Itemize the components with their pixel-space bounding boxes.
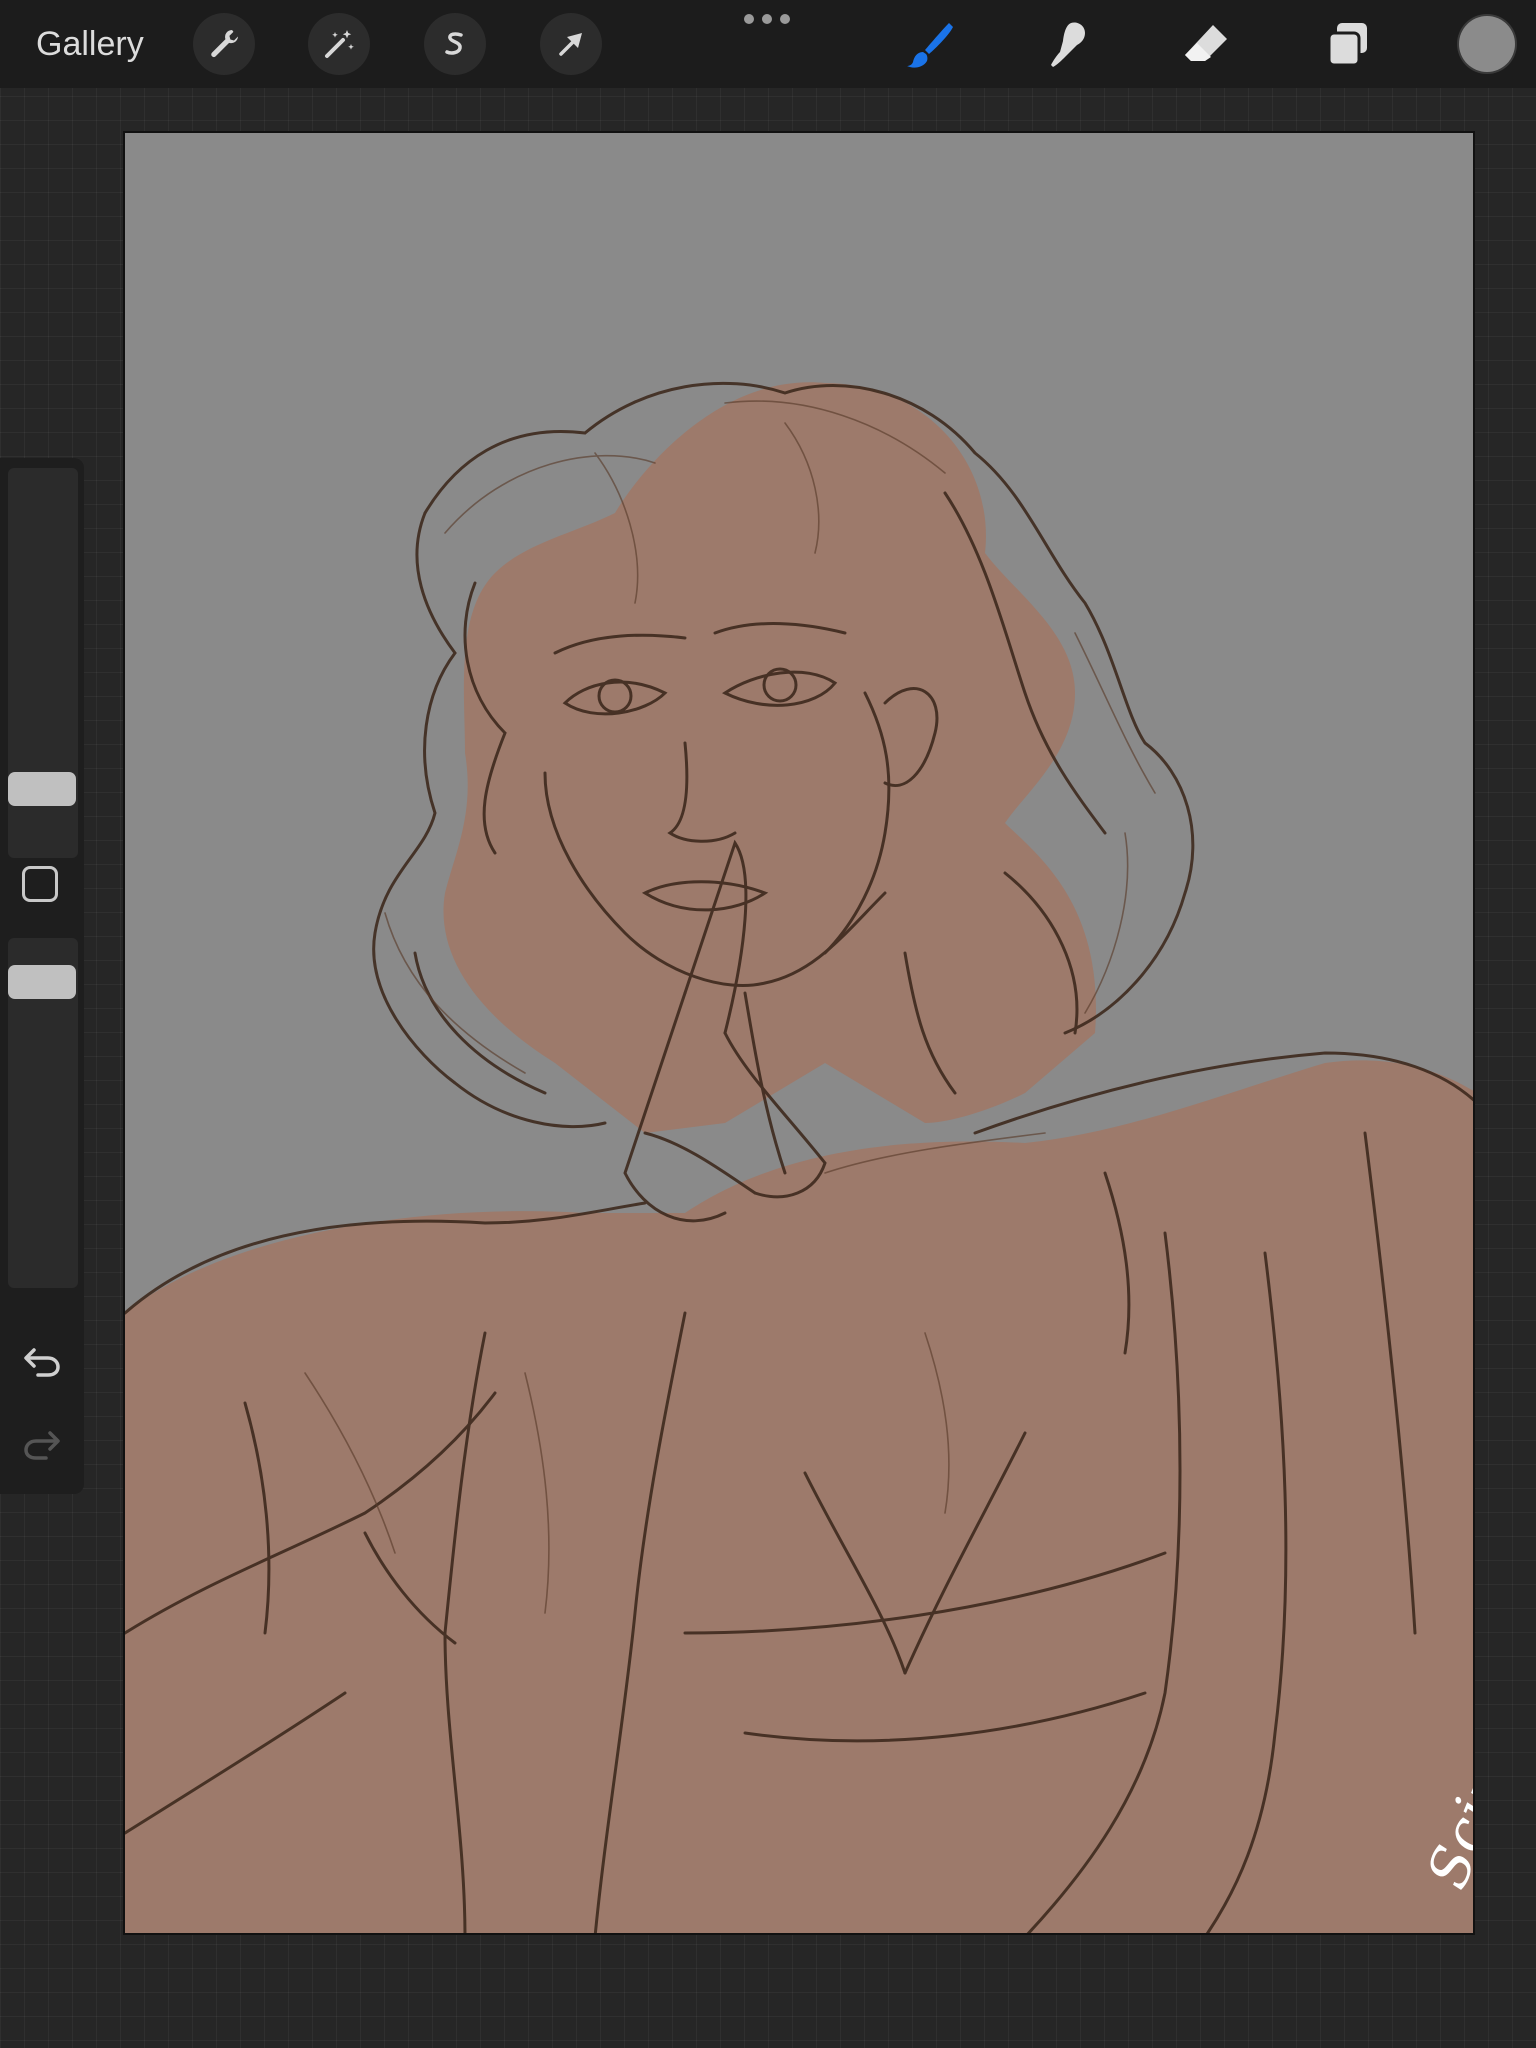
modify-square-icon[interactable] xyxy=(22,866,58,902)
layers-icon xyxy=(1327,23,1367,67)
left-sidebar xyxy=(0,458,84,1494)
wrench-icon xyxy=(211,30,238,58)
more-options-icon[interactable] xyxy=(744,12,790,26)
brush-tool-button[interactable] xyxy=(900,14,960,74)
selection-s-icon xyxy=(445,32,463,55)
smudge-finger-icon xyxy=(1051,22,1085,67)
undo-icon[interactable] xyxy=(20,1338,64,1382)
adjustments-button[interactable] xyxy=(308,13,370,75)
drawing-canvas[interactable]: Scintwinta xyxy=(123,131,1475,1935)
arrow-cursor-icon xyxy=(559,33,582,56)
redo-icon[interactable] xyxy=(20,1421,64,1465)
top-toolbar: Gallery xyxy=(0,0,1536,88)
selection-button[interactable] xyxy=(424,13,486,75)
brush-icon xyxy=(907,23,953,68)
smudge-tool-button[interactable] xyxy=(1038,14,1098,74)
opacity-thumb[interactable] xyxy=(8,964,76,999)
transform-button[interactable] xyxy=(540,13,602,75)
eraser-tool-button[interactable] xyxy=(1176,14,1236,74)
brush-size-thumb[interactable] xyxy=(8,772,76,807)
magic-wand-icon xyxy=(325,30,354,58)
sketch-artwork xyxy=(125,381,1473,1933)
actions-button[interactable] xyxy=(193,13,255,75)
layers-button[interactable] xyxy=(1318,14,1378,74)
eraser-icon xyxy=(1185,25,1227,61)
gallery-button[interactable]: Gallery xyxy=(36,20,144,68)
color-picker-button[interactable] xyxy=(1459,16,1515,72)
